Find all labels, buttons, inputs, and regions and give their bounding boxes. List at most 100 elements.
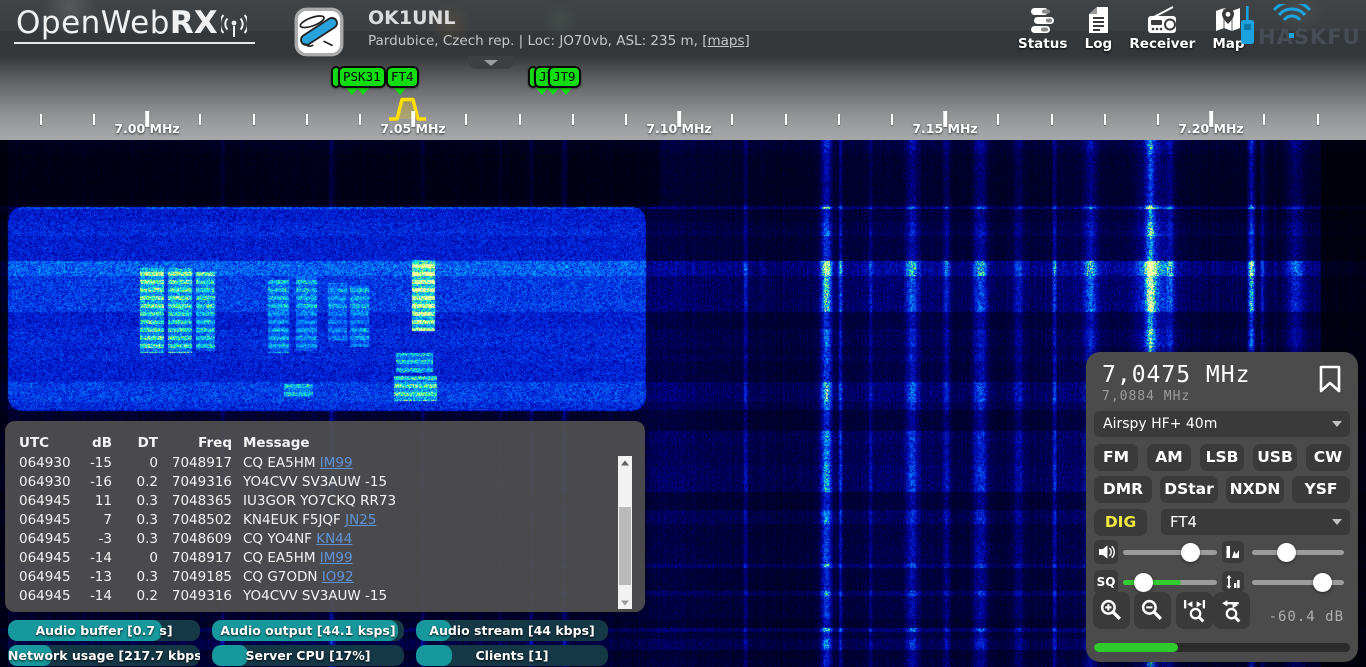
decode-cell-message: IU3GOR YO7CKQ RR73 xyxy=(232,492,645,511)
zoom-out-button[interactable] xyxy=(1134,592,1171,629)
tick-minor xyxy=(1157,114,1159,125)
decode-message-text: CQ EA5HM xyxy=(243,550,320,566)
receiver-location-text: Pardubice, Czech rep. | Loc: JO70vb, ASL… xyxy=(368,33,698,49)
decode-cell-message: YO4CVV SV3AUW -15 xyxy=(232,473,645,492)
frequency-scale[interactable]: PSK31FT4JTJT9 7.00 MHz7.05 MHz7.10 MHz7.… xyxy=(0,56,1366,140)
decode-message-text: CQ YO4NF xyxy=(243,531,316,547)
chevron-down-icon xyxy=(1332,421,1342,427)
decode-cell-message: KN4EUK F5JQF JN25 xyxy=(232,511,645,530)
decode-row[interactable]: 064945-130.37049185CQ G7ODN IO92 xyxy=(5,568,645,587)
mode-button-cw[interactable]: CW xyxy=(1306,444,1350,471)
decode-row[interactable]: 064945-30.37048609CQ YO4NF KN44 xyxy=(5,530,645,549)
mode-button-fm[interactable]: FM xyxy=(1094,444,1138,471)
bookmark-ft4[interactable]: FT4 xyxy=(386,66,419,88)
waterfall-colors-button[interactable] xyxy=(1222,541,1244,563)
nav-item-log[interactable]: Log xyxy=(1084,5,1112,52)
tick-minor xyxy=(1263,114,1265,125)
mode-row-analog: FM AM LSB USB CW xyxy=(1094,444,1350,471)
locator-link[interactable]: IM99 xyxy=(320,455,353,471)
mode-button-ysf[interactable]: YSF xyxy=(1292,476,1350,503)
scroll-down-icon[interactable] xyxy=(618,596,632,609)
volume-slider[interactable] xyxy=(1123,550,1217,555)
tick-minor xyxy=(625,114,627,125)
receiver-info: OK1UNL Pardubice, Czech rep. | Loc: JO70… xyxy=(368,8,750,49)
decode-cell-message: YO4CVV SV3AUW -15 xyxy=(232,587,645,606)
decode-cell-message: CQ G7ODN IO92 xyxy=(232,568,645,587)
tick-label: 7.15 MHz xyxy=(912,121,977,136)
waterfall-auto-button[interactable] xyxy=(1222,571,1244,593)
tick-label: 7.20 MHz xyxy=(1178,121,1243,136)
mode-button-am[interactable]: AM xyxy=(1147,444,1191,471)
mode-button-dstar[interactable]: DStar xyxy=(1160,476,1218,503)
zoom-reset-button[interactable] xyxy=(1213,592,1250,629)
digital-mode-select[interactable]: FT4 xyxy=(1161,509,1350,535)
decode-row[interactable]: 064930-1507048917CQ EA5HM IM99 xyxy=(5,454,645,473)
waterfall-colors-slider-thumb[interactable] xyxy=(1277,543,1296,562)
bookmark-icon[interactable] xyxy=(1318,364,1342,398)
maps-link[interactable]: [maps] xyxy=(702,33,750,49)
status-cell-label: Server CPU [17%] xyxy=(212,645,404,666)
decodes-col-header: Freq xyxy=(158,434,232,453)
mode-button-dig[interactable]: DIG xyxy=(1094,509,1147,536)
mode-button-usb[interactable]: USB xyxy=(1253,444,1297,471)
tick-minor xyxy=(997,114,999,125)
tick-minor xyxy=(253,114,255,125)
zoom-selection-button[interactable] xyxy=(1176,592,1213,629)
locator-link[interactable]: JN25 xyxy=(345,512,376,528)
squelch-slider-thumb[interactable] xyxy=(1134,573,1153,592)
decode-row[interactable]: 064945-140.27049316YO4CVV SV3AUW -15 xyxy=(5,587,645,606)
zoom-out-icon xyxy=(1140,598,1165,623)
status-cell-label: Network usage [217.7 kbps] xyxy=(8,645,200,666)
locator-link[interactable]: IO92 xyxy=(322,569,354,585)
tick-minor xyxy=(306,114,308,125)
status-cell-2: Audio output [44.1 ksps] xyxy=(212,620,404,641)
squelch-label[interactable]: SQ xyxy=(1094,570,1118,594)
decode-row[interactable]: 06494570.37048502KN4EUK F5JQF JN25 xyxy=(5,511,645,530)
decodes-col-header: dB xyxy=(67,434,112,453)
nav-item-status[interactable]: Status xyxy=(1018,5,1067,52)
logo-text-bold: RX xyxy=(170,8,218,39)
decode-row[interactable]: 064945110.37048365IU3GOR YO7CKQ RR73 xyxy=(5,492,645,511)
status-cell-6: Clients [1] xyxy=(416,645,608,666)
decode-cell-db: -14 xyxy=(67,549,112,568)
decodes-scrollbar[interactable] xyxy=(618,456,632,609)
waterfall-auto-icon xyxy=(1225,574,1241,590)
scroll-up-icon[interactable] xyxy=(618,456,632,469)
sdr-profile-select[interactable]: Airspy HF+ 40m xyxy=(1094,411,1350,437)
zoom-in-button[interactable] xyxy=(1093,592,1130,629)
tick-minor xyxy=(359,114,361,125)
tuned-frequency[interactable]: 7,0475 MHz xyxy=(1102,362,1250,388)
locator-link[interactable]: IM99 xyxy=(320,550,353,566)
smeter-bar xyxy=(1094,643,1350,652)
mode-button-lsb[interactable]: LSB xyxy=(1200,444,1244,471)
decode-row[interactable]: 064930-160.27049316YO4CVV SV3AUW -15 xyxy=(5,473,645,492)
mode-button-dmr[interactable]: DMR xyxy=(1094,476,1152,503)
status-cell-label: Audio buffer [0.7 s] xyxy=(8,620,200,641)
panel-collapse-button[interactable] xyxy=(468,56,514,69)
status-cell-label: Audio output [44.1 ksps] xyxy=(212,620,404,641)
decode-cell-freq: 7048609 xyxy=(158,530,232,549)
tuning-marker[interactable] xyxy=(388,96,428,123)
bookmark-psk31[interactable]: PSK31 xyxy=(338,66,386,88)
decode-row[interactable]: 064945-1407048917CQ EA5HM IM99 xyxy=(5,549,645,568)
decodes-panel: UTCdBDTFreqMessage 064930-1507048917CQ E… xyxy=(5,421,645,612)
tick-minor xyxy=(731,114,733,125)
tick-minor xyxy=(93,114,95,125)
decodes-col-header: UTC xyxy=(5,434,67,453)
waterfall-colors-icon xyxy=(1225,544,1241,560)
decode-cell-utc: 064930 xyxy=(5,454,67,473)
waterfall-auto-slider-thumb[interactable] xyxy=(1313,573,1332,592)
decode-message-text: KN4EUK F5JQF xyxy=(243,512,345,528)
waterfall-colors-slider[interactable] xyxy=(1252,550,1344,555)
receiver-description: Pardubice, Czech rep. | Loc: JO70vb, ASL… xyxy=(368,33,750,49)
bookmark-jt9[interactable]: JT9 xyxy=(548,66,581,88)
decode-cell-utc: 064945 xyxy=(5,511,67,530)
scrollbar-thumb[interactable] xyxy=(619,507,631,585)
mode-button-nxdn[interactable]: NXDN xyxy=(1226,476,1284,503)
status-cell-label: Audio stream [44 kbps] xyxy=(416,620,608,641)
receiver-callsign: OK1UNL xyxy=(368,8,750,28)
volume-slider-thumb[interactable] xyxy=(1181,543,1200,562)
mute-button[interactable] xyxy=(1094,540,1118,564)
nav-item-receiver[interactable]: Receiver xyxy=(1129,5,1195,52)
locator-link[interactable]: KN44 xyxy=(316,531,352,547)
